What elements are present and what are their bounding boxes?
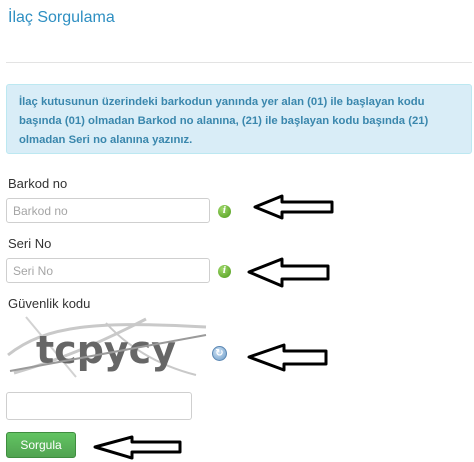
submit-button[interactable]: Sorgula [6, 432, 76, 458]
info-icon[interactable]: i [218, 205, 231, 218]
captcha-text: tcpycy [36, 328, 176, 372]
captcha-image: tcpycy [6, 315, 212, 379]
security-code-label: Güvenlik kodu [8, 296, 91, 311]
serial-label: Seri No [8, 236, 52, 251]
info-icon[interactable]: i [218, 265, 231, 278]
serial-input[interactable] [6, 258, 210, 283]
arrow-left-icon [253, 194, 334, 220]
arrow-left-icon [247, 257, 330, 288]
arrow-left-icon [247, 343, 328, 372]
security-code-input[interactable] [6, 392, 192, 420]
info-alert: İlaç kutusunun üzerindeki barkodun yanın… [6, 84, 472, 154]
refresh-icon[interactable]: ↻ [212, 346, 227, 361]
page-title: İlaç Sorgulama [8, 9, 115, 26]
barcode-input[interactable] [6, 198, 210, 223]
arrow-left-icon [93, 435, 182, 460]
divider [6, 62, 472, 63]
barcode-label: Barkod no [8, 176, 68, 191]
